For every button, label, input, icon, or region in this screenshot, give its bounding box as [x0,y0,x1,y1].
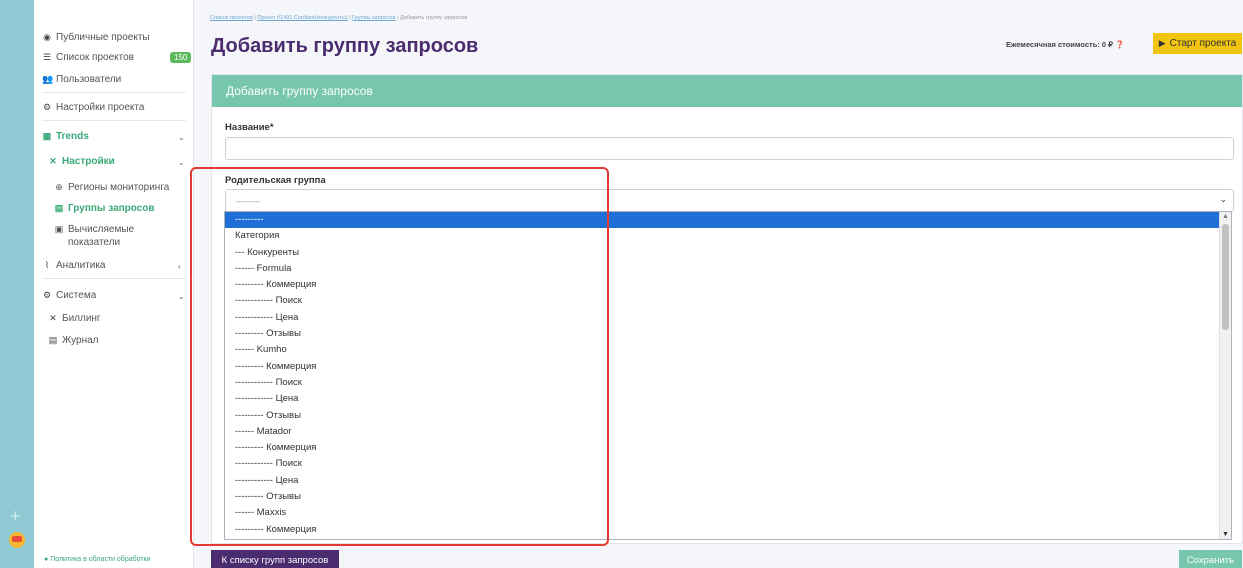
app-icon[interactable] [9,532,25,548]
sidebar-item-project-list[interactable]: ☰ Список проектов 150 [42,52,192,63]
breadcrumb-separator: | [349,15,351,21]
calculator-icon: ▣ [54,224,64,234]
breadcrumb-item[interactable]: Список проектов [210,15,253,21]
sidebar-item-label: Группы запросов [68,203,155,214]
sidebar-item-label: Аналитика [56,260,106,271]
monthly-cost: Ежемесячная стоимость: 0 ₽ ❓ [1006,40,1124,49]
label-line-2: показатели [68,237,121,248]
sidebar-item-label: Trends [56,131,89,142]
info-icon: ● [44,556,49,563]
help-icon[interactable]: ❓ [1115,40,1124,49]
sidebar: ◉ Публичные проекты ☰ Список проектов 15… [34,0,194,568]
breadcrumb-separator: | [397,15,399,21]
save-button[interactable]: Сохранить [1179,550,1242,568]
sidebar-item-label: Настройки проекта [56,102,145,113]
app-strip: + [0,0,34,568]
breadcrumb-item[interactable]: Группы запросов [352,15,395,21]
back-to-list-button[interactable]: К списку групп запросов [211,550,339,568]
sidebar-item-public-projects[interactable]: ◉ Публичные проекты [42,32,150,43]
sidebar-item-label: Система [56,290,97,301]
sidebar-item-settings[interactable]: ✕ Настройки [48,156,115,167]
sidebar-item-label: Регионы мониторинга [68,182,170,193]
breadcrumb-current: Добавить группу запросов [400,15,468,21]
breadcrumb-separator: | [254,15,256,21]
chevron-down-icon[interactable]: ⌄ [178,292,185,301]
sidebar-item-billing[interactable]: ✕ Биллинг [48,313,101,324]
sidebar-item-system[interactable]: ⚙ Система [42,290,96,301]
sidebar-item-journal[interactable]: ▤ Журнал [48,335,99,346]
eye-icon: ◉ [43,32,51,42]
list-icon: ☰ [42,52,52,62]
sidebar-item-label: Журнал [62,335,99,346]
name-field[interactable] [225,137,1234,160]
tools-icon: ✕ [49,156,57,166]
policy-link[interactable]: ● Политика в области обработки [44,556,151,563]
breadcrumb-item[interactable]: Проект #1491 Cordiant(конкуренты) [257,15,347,21]
policy-label: Политика в области обработки [50,556,151,563]
globe-icon: ⊕ [55,182,63,192]
scroll-up-icon[interactable]: ▲ [1222,213,1229,220]
chevron-down-icon[interactable]: ⌄ [178,133,185,142]
sidebar-item-label: Список проектов [56,52,134,63]
project-count-badge: 150 [170,52,192,63]
chevron-down-icon[interactable]: ⌄ [1219,194,1227,205]
sidebar-item-regions[interactable]: ⊕ Регионы мониторинга [54,181,169,194]
folder-icon: ▤ [54,203,64,213]
divider [42,278,186,279]
chevron-down-icon[interactable]: ⌄ [178,158,185,167]
breadcrumb: Список проектов | Проект #1491 Cordiant(… [210,15,467,21]
start-project-label: Старт проекта [1169,38,1237,49]
start-project-button[interactable]: ▶ Старт проекта [1153,33,1242,54]
sidebar-item-trends[interactable]: ▦ Trends [42,131,89,142]
sidebar-item-query-groups[interactable]: ▤ Группы запросов [54,202,155,215]
play-icon: ▶ [1158,38,1166,48]
sidebar-item-label: Публичные проекты [56,32,150,43]
sidebar-item-label: Вычисляемые показатели [68,223,134,249]
users-icon: 👥 [42,74,54,84]
sidebar-item-computed[interactable]: ▣ Вычисляемые показатели [54,223,134,249]
tools-icon: ✕ [49,313,57,323]
page-title: Добавить группу запросов [211,35,479,57]
sidebar-item-label: Настройки [62,156,115,167]
label-line-1: Вычисляемые [68,224,135,235]
divider [42,92,186,93]
highlight-annotation [190,167,609,546]
scrollbar[interactable]: ▲ ▼ [1219,212,1231,539]
plus-icon[interactable]: + [10,506,21,527]
gears-icon: ⚙ [42,290,52,300]
journal-icon: ▤ [48,335,58,345]
chart-icon: ▦ [42,131,52,141]
line-chart-icon: ⌇ [44,260,50,270]
sidebar-item-label: Пользователи [56,74,122,85]
divider [42,120,186,121]
gears-icon: ⚙ [42,102,52,112]
cost-label: Ежемесячная стоимость: 0 ₽ [1006,40,1113,49]
name-label: Название* [225,122,274,133]
chevron-left-icon[interactable]: ‹ [178,262,181,271]
sidebar-item-analytics[interactable]: ⌇ Аналитика [42,260,106,271]
card-title: Добавить группу запросов [212,75,1242,107]
scroll-down-icon[interactable]: ▼ [1222,531,1229,538]
sidebar-item-project-settings[interactable]: ⚙ Настройки проекта [42,102,144,113]
scrollbar-thumb[interactable] [1222,224,1229,330]
sidebar-item-label: Биллинг [62,313,101,324]
sidebar-item-users[interactable]: 👥 Пользователи [42,74,121,85]
